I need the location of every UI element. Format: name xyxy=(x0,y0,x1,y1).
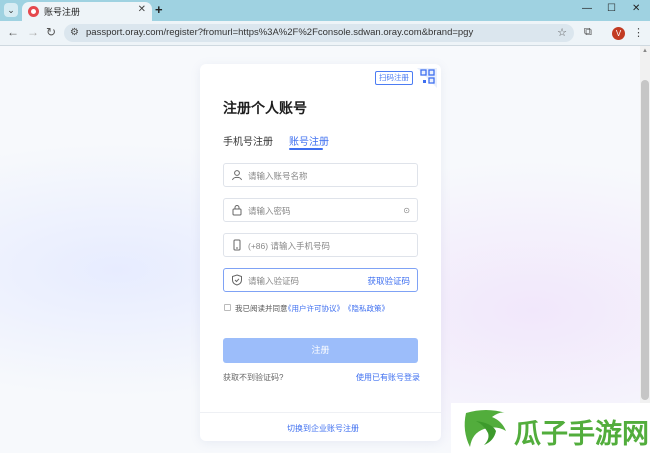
account-name-input[interactable]: 请输入账号名称 xyxy=(223,163,418,187)
password-placeholder: 请输入密码 xyxy=(248,206,291,216)
browser-menu-icon[interactable]: ⋮ xyxy=(633,26,644,39)
qr-register-tag[interactable]: 扫码注册 xyxy=(375,71,413,85)
user-icon xyxy=(232,170,242,181)
phone-icon xyxy=(233,239,241,251)
password-input[interactable]: 请输入密码 ⊙ xyxy=(223,198,418,222)
scroll-up-arrow-icon[interactable]: ▲ xyxy=(642,48,648,54)
reload-icon[interactable]: ↻ xyxy=(46,25,56,39)
lock-icon xyxy=(232,205,242,216)
agree-checkbox[interactable] xyxy=(224,304,231,311)
existing-account-login-link[interactable]: 使用已有账号登录 xyxy=(356,372,420,383)
watermark-logo-icon xyxy=(464,410,506,447)
get-code-button[interactable]: 获取验证码 xyxy=(367,275,410,287)
shield-check-icon xyxy=(232,274,242,286)
phone-number-placeholder: (+86) 请输入手机号码 xyxy=(248,241,330,251)
window-minimize-button[interactable]: — xyxy=(582,3,592,14)
agree-label: 我已阅读并同意 xyxy=(235,304,288,313)
browser-tab[interactable]: 账号注册 ✕ xyxy=(22,2,152,21)
show-password-eye-icon[interactable]: ⊙ xyxy=(403,206,410,215)
no-code-link[interactable]: 获取不到验证码? xyxy=(223,372,283,383)
forward-arrow-icon[interactable]: → xyxy=(27,25,39,39)
site-favicon-icon xyxy=(28,6,39,17)
back-arrow-icon[interactable]: ← xyxy=(7,25,19,39)
privacy-policy-link[interactable]: 《隐私政策》 xyxy=(344,303,389,314)
register-submit-button[interactable]: 注册 xyxy=(223,338,418,363)
address-bar[interactable]: ⚙ passport.oray.com/register?fromurl=htt… xyxy=(64,24,574,42)
window-maximize-button[interactable]: ☐ xyxy=(607,3,616,14)
scrollbar-thumb[interactable] xyxy=(641,80,649,400)
site-info-icon[interactable]: ⚙ xyxy=(70,27,79,38)
verification-code-input[interactable]: 请输入验证码 获取验证码 xyxy=(223,268,418,292)
extensions-puzzle-icon[interactable]: ⧉ xyxy=(584,26,592,39)
card-divider xyxy=(200,412,441,413)
new-tab-button[interactable]: + xyxy=(155,2,163,17)
license-agreement-link[interactable]: 《用户许可协议》 xyxy=(284,303,344,314)
verification-code-placeholder: 请输入验证码 xyxy=(248,276,300,286)
phone-number-input[interactable]: (+86) 请输入手机号码 xyxy=(223,233,418,257)
profile-avatar[interactable]: V xyxy=(612,27,625,40)
tab-account-register[interactable]: 账号注册 xyxy=(289,133,329,148)
watermark-text: 瓜子手游网 xyxy=(514,419,649,449)
qr-code-icon[interactable] xyxy=(417,68,437,88)
tab-search-chevron-icon[interactable]: ⌄ xyxy=(4,3,18,17)
tab-close-icon[interactable]: ✕ xyxy=(138,4,146,15)
account-name-placeholder: 请输入账号名称 xyxy=(248,171,308,181)
tab-title: 账号注册 xyxy=(44,7,81,17)
bookmark-star-icon[interactable]: ☆ xyxy=(557,26,567,39)
browser-toolbar: ← → ↻ ⚙ passport.oray.com/register?fromu… xyxy=(0,21,650,46)
window-close-button[interactable]: ✕ xyxy=(632,3,640,14)
tab-phone-register[interactable]: 手机号注册 xyxy=(223,133,273,148)
enterprise-register-link[interactable]: 切换到企业账号注册 xyxy=(287,423,359,434)
active-tab-indicator xyxy=(289,148,323,150)
page-title: 注册个人账号 xyxy=(223,100,307,116)
address-bar-url: passport.oray.com/register?fromurl=https… xyxy=(86,27,474,38)
